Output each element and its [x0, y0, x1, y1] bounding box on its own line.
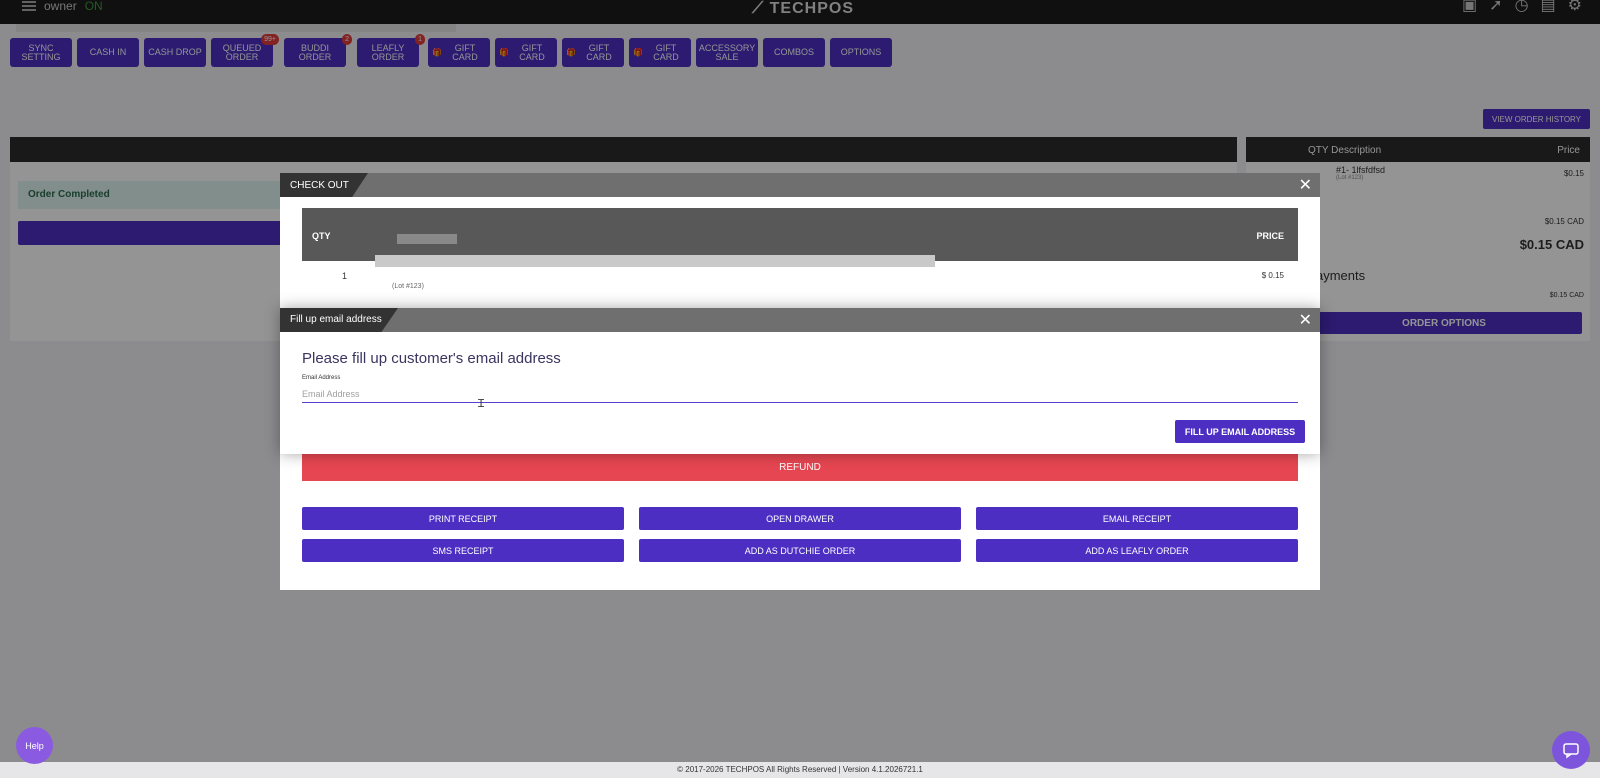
email-modal-title: Fill up email address — [280, 308, 398, 332]
blurred-header — [397, 234, 457, 244]
checkout-actions: PRINT RECEIPT OPEN DRAWER EMAIL RECEIPT … — [302, 507, 1298, 562]
open-drawer-button[interactable]: OPEN DRAWER — [639, 507, 961, 530]
close-icon[interactable]: ✕ — [1299, 175, 1312, 195]
checkout-table-header: QTY PRICE — [302, 208, 1298, 261]
checkout-title: CHECK OUT — [280, 173, 368, 197]
email-receipt-button[interactable]: EMAIL RECEIPT — [976, 507, 1298, 530]
email-field-label: Email Address — [302, 375, 341, 381]
chat-button[interactable] — [1552, 731, 1590, 769]
close-icon[interactable]: ✕ — [1299, 310, 1312, 330]
refund-button[interactable]: REFUND — [302, 454, 1298, 481]
price-header: PRICE — [1256, 231, 1284, 241]
add-dutchie-order-button[interactable]: ADD AS DUTCHIE ORDER — [639, 539, 961, 562]
row-lot: (Lot #123) — [392, 283, 424, 290]
checkout-modal-header: CHECK OUT ✕ — [280, 173, 1320, 197]
print-receipt-button[interactable]: PRINT RECEIPT — [302, 507, 624, 530]
help-button[interactable]: Help — [16, 727, 53, 764]
email-modal: Fill up email address ✕ Please fill up c… — [280, 308, 1320, 454]
table-row: 1 (Lot #123) $ 0.15 — [302, 265, 1298, 299]
email-field[interactable] — [302, 386, 1298, 403]
chat-icon — [1563, 743, 1579, 759]
sms-receipt-button[interactable]: SMS RECEIPT — [302, 539, 624, 562]
fill-up-email-button[interactable]: FILL UP EMAIL ADDRESS — [1175, 420, 1305, 443]
text-cursor-icon: Ɪ — [478, 397, 485, 410]
email-modal-header: Fill up email address ✕ — [280, 308, 1320, 332]
row-qty: 1 — [342, 271, 348, 281]
qty-header: QTY — [312, 231, 331, 241]
row-price: $ 0.15 — [1261, 271, 1284, 280]
footer: © 2017-2026 TECHPOS All Rights Reserved … — [0, 762, 1600, 778]
add-leafly-order-button[interactable]: ADD AS LEAFLY ORDER — [976, 539, 1298, 562]
email-modal-heading: Please fill up customer's email address — [302, 350, 561, 367]
